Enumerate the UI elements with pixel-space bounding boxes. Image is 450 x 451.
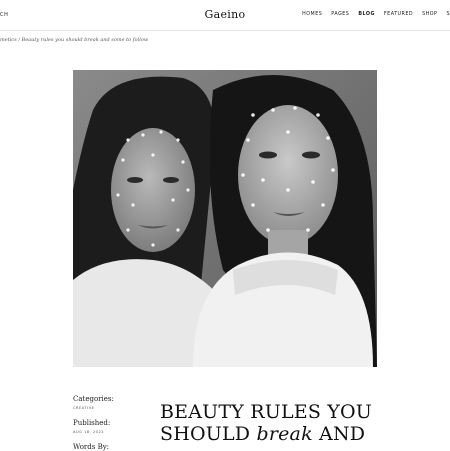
nav-item-homes[interactable]: HOMES	[302, 12, 322, 17]
post-title-line2-em: break	[256, 423, 313, 445]
categories-label: Categories:	[73, 395, 114, 403]
nav-item-featured[interactable]: FEATURED	[384, 12, 413, 17]
main-nav: HOMES PAGES BLOG FEATURED SHOP S	[302, 12, 450, 17]
post-title-line2-pre: SHOULD	[160, 423, 257, 445]
site-header: CH Gaeino HOMES PAGES BLOG FEATURED SHOP…	[0, 0, 450, 31]
nav-item-shop[interactable]: SHOP	[422, 12, 437, 17]
nav-item-blog[interactable]: BLOG	[358, 12, 375, 17]
hero-image	[73, 70, 377, 367]
published-label: Published:	[73, 419, 111, 427]
hero-photo-illustration	[73, 70, 377, 367]
post-title-line2-post: AND	[312, 423, 366, 445]
nav-item-overflow[interactable]: S	[446, 12, 450, 17]
post-title-line1: BEAUTY RULES YOU	[160, 401, 373, 423]
post-title: BEAUTY RULES YOU SHOULD break AND	[160, 401, 450, 445]
published-date: AUG 18, 2022	[73, 430, 105, 434]
post-meta: Categories: CREATIVE Published: AUG 18, …	[73, 395, 143, 451]
category-link[interactable]: CREATIVE	[73, 406, 143, 410]
breadcrumb[interactable]: metics / Beauty rules you should break a…	[0, 37, 148, 43]
nav-item-pages[interactable]: PAGES	[331, 12, 349, 17]
